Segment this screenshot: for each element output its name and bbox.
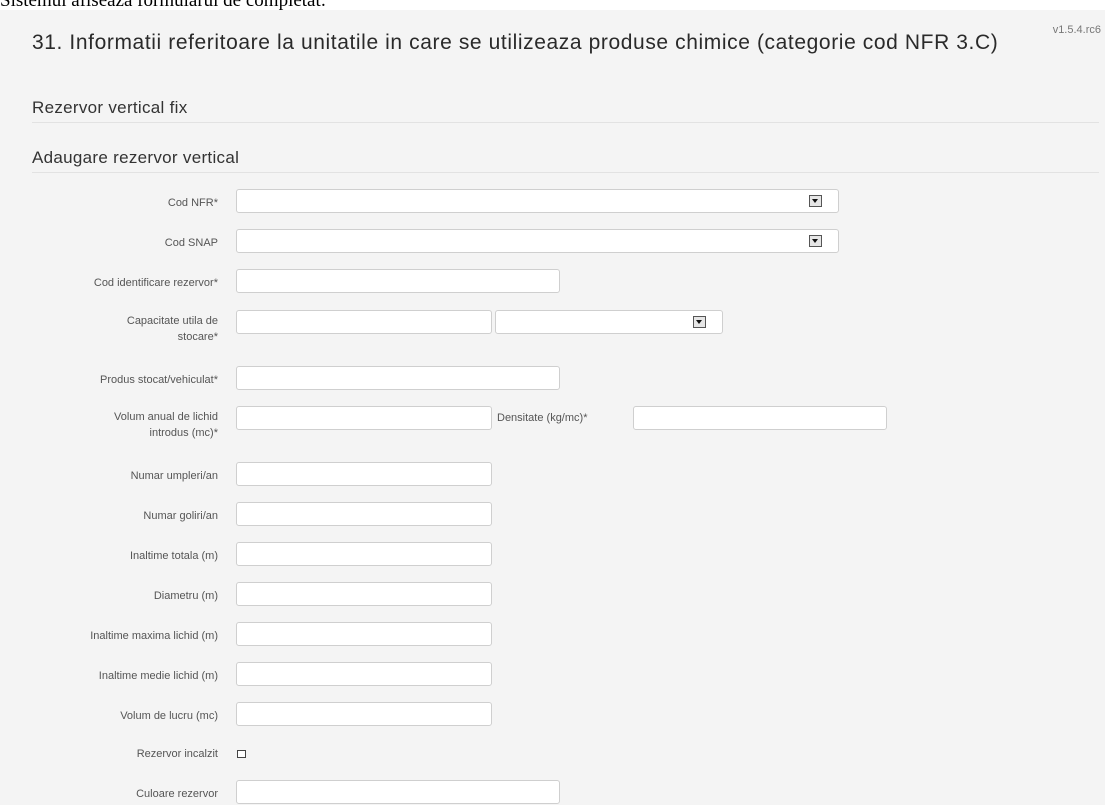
numar-goliri-label: Numar goliri/an <box>143 510 218 522</box>
version-label: v1.5.4.rc6 <box>1052 24 1101 36</box>
diametru-label: Diametru (m) <box>153 590 218 602</box>
volum-lucru-label: Volum de lucru (mc) <box>120 710 218 722</box>
inaltime-maxima-input[interactable] <box>236 622 492 646</box>
volum-lucru-input[interactable] <box>236 702 492 726</box>
numar-umpleri-label: Numar umpleri/an <box>130 470 218 482</box>
form-panel: v1.5.4.rc6 31. Informatii referitoare la… <box>0 10 1105 805</box>
capacitate-label: Capacitate utila de stocare* <box>0 313 218 345</box>
culoare-input[interactable] <box>236 780 560 804</box>
volum-anual-label-line1: Volum anual de lichid <box>114 411 218 423</box>
numar-umpleri-input[interactable] <box>236 462 492 486</box>
volum-anual-label: Volum anual de lichid introdus (mc)* <box>0 409 218 441</box>
culoare-label: Culoare rezervor <box>136 788 218 800</box>
inaltime-totala-input[interactable] <box>236 542 492 566</box>
cod-identificare-input[interactable] <box>236 269 560 293</box>
densitate-input[interactable] <box>633 406 887 430</box>
inaltime-maxima-label: Inaltime maxima lichid (m) <box>90 630 218 642</box>
page-title: 31. Informatii referitoare la unitatile … <box>32 31 999 54</box>
cod-nfr-select[interactable] <box>236 189 839 213</box>
capacitate-label-line1: Capacitate utila de <box>126 315 218 327</box>
volum-anual-input[interactable] <box>236 406 492 430</box>
chevron-down-icon[interactable] <box>693 316 706 328</box>
rezervor-incalzit-label: Rezervor incalzit <box>136 748 218 760</box>
subsection-heading: Adaugare rezervor vertical <box>32 148 240 167</box>
produs-input[interactable] <box>236 366 560 390</box>
numar-goliri-input[interactable] <box>236 502 492 526</box>
cod-snap-label: Cod SNAP <box>164 237 218 249</box>
section-heading: Rezervor vertical fix <box>32 98 188 117</box>
inaltime-medie-label: Inaltime medie lichid (m) <box>98 670 218 682</box>
inaltime-totala-label: Inaltime totala (m) <box>129 550 218 562</box>
volum-anual-label-line2: introdus (mc)* <box>149 427 218 439</box>
chevron-down-icon[interactable] <box>809 235 822 247</box>
capacitate-label-line2: stocare* <box>177 331 218 343</box>
capacitate-input[interactable] <box>236 310 492 334</box>
produs-label: Produs stocat/vehiculat* <box>99 374 218 386</box>
cod-snap-select[interactable] <box>236 229 839 253</box>
subsection-divider <box>32 172 1099 173</box>
densitate-label: Densitate (kg/mc)* <box>497 412 588 424</box>
cod-identificare-label: Cod identificare rezervor* <box>93 277 218 289</box>
inaltime-medie-input[interactable] <box>236 662 492 686</box>
chevron-down-icon[interactable] <box>809 195 822 207</box>
rezervor-incalzit-checkbox[interactable] <box>237 750 246 758</box>
capacitate-unit-select[interactable] <box>495 310 723 334</box>
diametru-input[interactable] <box>236 582 492 606</box>
section-divider <box>32 122 1099 123</box>
cod-nfr-label: Cod NFR* <box>167 197 218 209</box>
